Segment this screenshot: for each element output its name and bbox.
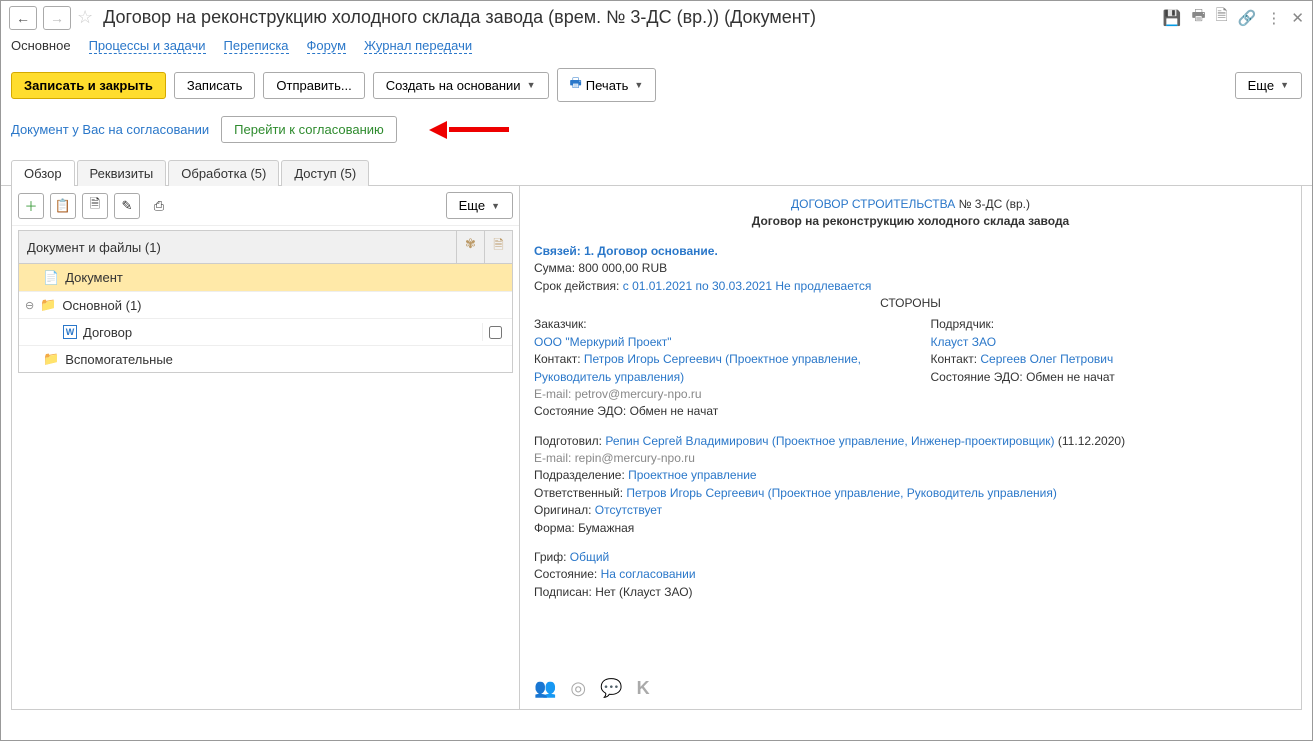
stamp-link[interactable]: Общий <box>570 550 610 564</box>
print-icon[interactable]: 🖶 <box>1192 5 1206 30</box>
doc-type-link[interactable]: ДОГОВОР СТРОИТЕЛЬСТВА <box>791 197 955 211</box>
collapse-icon[interactable]: ⊖ <box>25 299 34 312</box>
customer-contact-link[interactable]: Петров Игорь Сергеевич (Проектное управл… <box>534 352 861 383</box>
save-close-button[interactable]: Записать и закрыть <box>11 72 166 99</box>
scan-icon[interactable]: ⎙ <box>146 193 172 219</box>
more-button[interactable]: Еще▼ <box>1235 72 1302 99</box>
tree-node-main[interactable]: ⊖ 📁 Основной (1) <box>19 291 512 318</box>
left-more-button[interactable]: Еще▼ <box>446 192 513 219</box>
approval-message: Документ у Вас на согласовании <box>11 122 209 137</box>
responsible-link[interactable]: Петров Игорь Сергеевич (Проектное управл… <box>626 486 1056 500</box>
document-icon: 📄 <box>43 270 59 286</box>
contractor-name-link[interactable]: Клауст ЗАО <box>931 335 997 349</box>
report-icon[interactable]: 🗎 <box>1216 5 1228 30</box>
menu-correspondence[interactable]: Переписка <box>224 38 289 54</box>
window-title: Договор на реконструкцию холодного склад… <box>103 7 1157 28</box>
go-to-approval-button[interactable]: Перейти к согласованию <box>221 116 397 143</box>
menu-main[interactable]: Основное <box>11 38 71 54</box>
kebab-menu-icon[interactable]: ⋮ <box>1266 9 1281 27</box>
send-button[interactable]: Отправить... <box>263 72 364 99</box>
create-on-basis-button[interactable]: Создать на основании▼ <box>373 72 549 99</box>
print-button[interactable]: 🖶Печать▼ <box>557 68 657 102</box>
folder-icon: 📁 <box>43 351 59 367</box>
contractor-block: Подрядчик: Клауст ЗАО Контакт: Сергеев О… <box>931 316 1288 420</box>
attention-arrow-icon <box>429 123 509 137</box>
save-icon[interactable]: 💾 <box>1163 9 1182 27</box>
state-link[interactable]: На согласовании <box>601 567 696 581</box>
prepared-email: repin@mercury-npo.ru <box>575 451 695 465</box>
users-icon[interactable]: 👥 <box>534 675 556 701</box>
menu-processes[interactable]: Процессы и задачи <box>89 38 206 54</box>
customer-email: petrov@mercury-npo.ru <box>575 387 702 401</box>
customer-name-link[interactable]: ООО "Меркурий Проект" <box>534 335 672 349</box>
tree-node-document[interactable]: 📄 Документ <box>19 264 512 291</box>
menu-journal[interactable]: Журнал передачи <box>364 38 472 54</box>
file-column-icon[interactable]: 🗎 <box>484 231 512 263</box>
contractor-contact-link[interactable]: Сергеев Олег Петрович <box>980 352 1113 366</box>
doc-title: Договор на реконструкцию холодного склад… <box>752 214 1069 228</box>
close-icon[interactable]: ✕ <box>1291 9 1304 27</box>
tab-details[interactable]: Реквизиты <box>77 160 167 186</box>
customer-edo: Обмен не начат <box>630 404 719 418</box>
favorite-star-icon[interactable]: ☆ <box>77 7 93 28</box>
tree-header: Документ и файлы (1) ✾ 🗎 <box>18 230 513 264</box>
k-icon[interactable]: K <box>637 675 650 701</box>
links-info[interactable]: Связей: 1. Договор основание. <box>534 244 718 258</box>
edit-icon[interactable]: ✎ <box>114 193 140 219</box>
new-doc-icon[interactable]: 🗎 <box>82 193 108 219</box>
target-icon[interactable]: ◎ <box>570 675 586 701</box>
tree-node-aux[interactable]: 📁 Вспомогательные <box>19 345 512 372</box>
customer-block: Заказчик: ООО "Меркурий Проект" Контакт:… <box>534 316 891 420</box>
prepared-by-link[interactable]: Репин Сергей Владимирович (Проектное упр… <box>605 434 1054 448</box>
menubar: Основное Процессы и задачи Переписка Фор… <box>1 34 1312 62</box>
forward-button[interactable]: → <box>43 6 71 30</box>
chat-icon[interactable]: 💬 <box>600 675 622 701</box>
menu-forum[interactable]: Форум <box>307 38 347 54</box>
original-link[interactable]: Отсутствует <box>595 503 662 517</box>
back-button[interactable]: ← <box>9 6 37 30</box>
doc-number: № 3-ДС (вр.) <box>959 197 1030 211</box>
department-link[interactable]: Проектное управление <box>628 468 756 482</box>
signature-column-icon[interactable]: ✾ <box>456 231 484 263</box>
prepared-date: (11.12.2020) <box>1058 434 1125 448</box>
form-value: Бумажная <box>578 521 634 535</box>
file-row-checkbox[interactable] <box>489 326 502 339</box>
tab-overview[interactable]: Обзор <box>11 160 75 186</box>
paste-icon[interactable]: 📋 <box>50 193 76 219</box>
contractor-edo: Обмен не начат <box>1026 370 1115 384</box>
tab-access[interactable]: Доступ (5) <box>281 160 369 186</box>
period-link[interactable]: с 01.01.2021 по 30.03.2021 Не продлевает… <box>623 279 872 293</box>
save-button[interactable]: Записать <box>174 72 256 99</box>
parties-header: СТОРОНЫ <box>534 295 1287 312</box>
tree-node-contract-file[interactable]: W Договор <box>19 318 512 345</box>
folder-icon: 📁 <box>40 297 56 313</box>
sum-value: 800 000,00 RUB <box>578 261 667 275</box>
tab-processing[interactable]: Обработка (5) <box>168 160 279 186</box>
add-icon[interactable]: ＋ <box>18 193 44 219</box>
signed-value: Нет (Клауст ЗАО) <box>595 585 692 599</box>
link-icon[interactable]: 🔗 <box>1238 9 1257 27</box>
word-file-icon: W <box>63 325 77 339</box>
